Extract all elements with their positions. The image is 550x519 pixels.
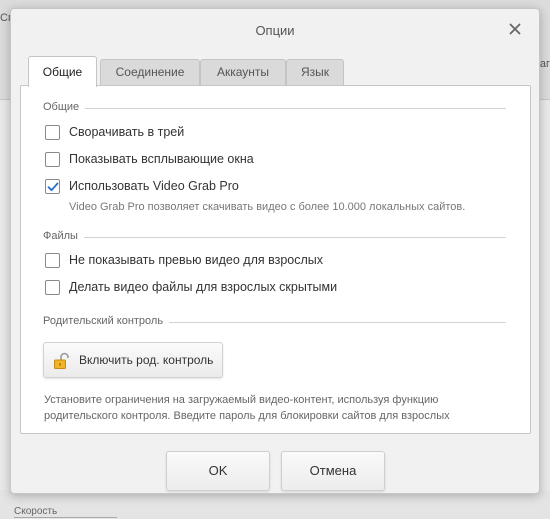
dialog-title: Опции <box>255 23 295 38</box>
checkmark-icon <box>47 182 59 192</box>
tab-connection[interactable]: Соединение <box>100 59 200 85</box>
cancel-button[interactable]: Отмена <box>281 451 385 491</box>
video-grab-pro-label: Использовать Video Grab Pro <box>69 179 239 193</box>
enable-parental-control-button[interactable]: Включить род. контроль <box>43 342 223 378</box>
video-grab-pro-option[interactable]: Использовать Video Grab Pro <box>45 178 265 196</box>
hide-adult-files-option[interactable]: Делать видео файлы для взрослых скрытыми <box>45 279 355 297</box>
close-icon[interactable] <box>507 21 523 37</box>
minimize-to-tray-option[interactable]: Сворачивать в трей <box>45 124 225 142</box>
show-popups-option[interactable]: Показывать всплывающие окна <box>45 151 285 169</box>
lock-open-icon <box>54 352 69 369</box>
tab-accounts[interactable]: Аккаунты <box>200 59 286 85</box>
minimize-to-tray-label: Сворачивать в трей <box>69 125 185 139</box>
section-files: Файлы <box>43 230 506 244</box>
general-tab-panel: Общие Сворачивать в трей Показывать вспл… <box>20 85 531 434</box>
video-grab-pro-hint: Video Grab Pro позволяет скачивать видео… <box>69 201 466 213</box>
hide-adult-preview-checkbox[interactable] <box>45 253 60 268</box>
enable-parental-control-label: Включить род. контроль <box>79 353 214 367</box>
divider <box>43 237 506 238</box>
tab-general[interactable]: Общие <box>28 56 97 87</box>
show-popups-checkbox[interactable] <box>45 152 60 167</box>
hide-adult-preview-label: Не показывать превью видео для взрослых <box>69 253 324 267</box>
show-popups-label: Показывать всплывающие окна <box>69 152 254 166</box>
video-grab-pro-checkbox[interactable] <box>45 179 60 194</box>
divider <box>43 108 506 109</box>
ok-button[interactable]: OK <box>166 451 270 491</box>
section-parental-control-label: Родительский контроль <box>43 315 170 327</box>
hide-adult-files-checkbox[interactable] <box>45 280 60 295</box>
section-general: Общие <box>43 101 506 115</box>
hide-adult-preview-option[interactable]: Не показывать превью видео для взрослых <box>45 252 345 270</box>
speed-label: Скорость <box>14 506 118 518</box>
section-parental-control: Родительский контроль <box>43 315 506 329</box>
tab-language[interactable]: Язык <box>286 59 344 85</box>
options-dialog: Опции Общие Соединение Аккаунты Язык Общ… <box>10 8 540 494</box>
minimize-to-tray-checkbox[interactable] <box>45 125 60 140</box>
section-files-label: Файлы <box>43 230 84 242</box>
section-general-label: Общие <box>43 101 86 113</box>
hide-adult-files-label: Делать видео файлы для взрослых скрытыми <box>69 280 338 294</box>
parental-control-description: Установите ограничения на загружаемый ви… <box>44 394 450 422</box>
